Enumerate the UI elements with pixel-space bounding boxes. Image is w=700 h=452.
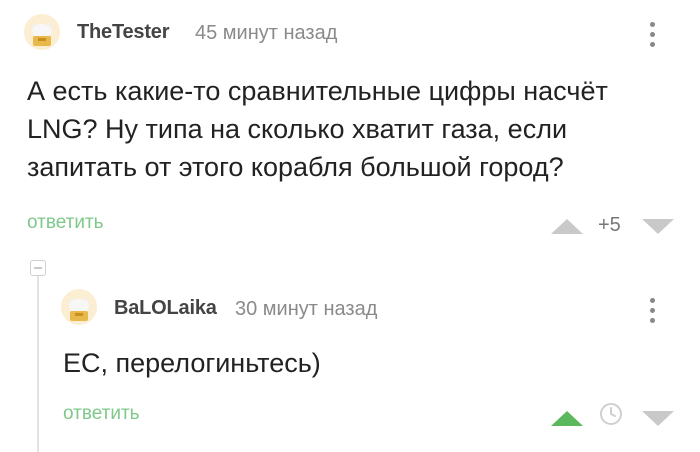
clock-icon <box>599 402 623 431</box>
comment-text: ЕС, перелогиньтесь) <box>63 348 321 378</box>
comment-text: А есть какие-то сравнительные цифры насч… <box>27 72 687 186</box>
cat-avatar-icon <box>24 14 60 50</box>
comment-text-line: запитать от этого корабля большой город? <box>27 152 564 182</box>
avatar[interactable] <box>61 289 97 325</box>
thread-line[interactable] <box>37 276 39 452</box>
reply-link[interactable]: ответить <box>27 212 104 234</box>
downvote-icon[interactable] <box>642 411 674 426</box>
upvote-icon[interactable] <box>551 219 583 234</box>
comment-author[interactable]: TheTester <box>77 21 170 44</box>
more-vertical-icon[interactable] <box>647 22 657 47</box>
more-vertical-icon[interactable] <box>647 298 657 323</box>
downvote-icon[interactable] <box>642 219 674 234</box>
collapse-thread-button[interactable] <box>30 260 46 276</box>
comment-author[interactable]: BaLOLaika <box>114 297 217 320</box>
reply-link[interactable]: ответить <box>63 403 140 425</box>
comment-text-line: LNG? Ну типа на сколько хватит газа, есл… <box>27 114 568 144</box>
avatar[interactable] <box>24 14 60 50</box>
cat-avatar-icon <box>61 289 97 325</box>
upvote-icon[interactable] <box>551 411 583 426</box>
comment-timestamp[interactable]: 30 минут назад <box>235 298 377 321</box>
comment-score: +5 <box>598 214 621 236</box>
comment-timestamp[interactable]: 45 минут назад <box>195 22 337 45</box>
comment-text-line: А есть какие-то сравнительные цифры насч… <box>27 76 608 106</box>
